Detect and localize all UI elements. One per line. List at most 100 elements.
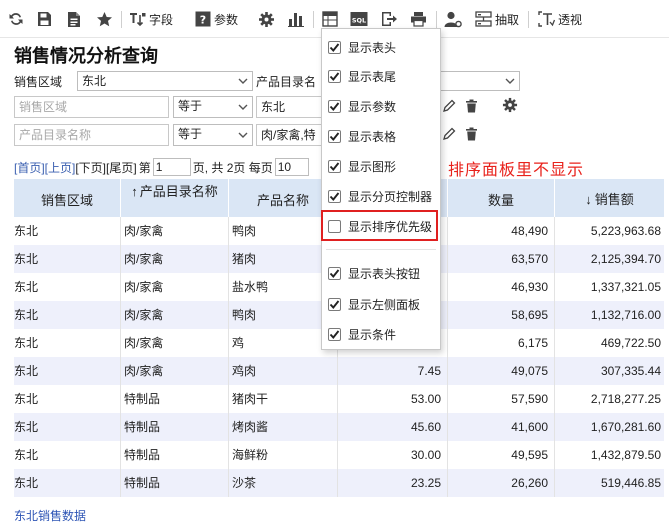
condition-operator-select[interactable]: 等于 (173, 124, 253, 146)
page-title: 销售情况分析查询 (14, 46, 158, 66)
extract-icon (475, 11, 492, 27)
checkbox-checked-icon[interactable] (328, 69, 341, 83)
condition-field-input[interactable]: 产品目录名称 (14, 124, 169, 146)
menu-item-show-left-panel[interactable]: 显示左侧面板 (328, 294, 436, 314)
menu-item-show-table[interactable]: 显示表格 (328, 126, 436, 146)
condition-value-input[interactable]: 肉/家禽,特 (256, 124, 322, 146)
param-button[interactable]: ? 参数 (195, 9, 238, 29)
star-icon[interactable] (96, 9, 113, 29)
cell-price: 45.60 (338, 413, 448, 441)
table-row: 东北 特制品 沙茶 23.25 26,260 519,446.85 (14, 469, 664, 497)
catalog-select[interactable] (440, 71, 520, 91)
save-as-icon[interactable] (66, 9, 83, 29)
menu-item-show-header-buttons[interactable]: 显示表头按钮 (328, 263, 436, 283)
cell-region: 东北 (14, 413, 121, 441)
delete-icon[interactable] (465, 99, 478, 113)
table-row: 东北 特制品 海鲜粉 30.00 49,595 1,432,879.50 (14, 441, 664, 469)
prev-page-link[interactable]: [上页] (45, 159, 76, 176)
region-select[interactable]: 东北 (77, 71, 253, 91)
extract-button[interactable]: 抽取 (475, 9, 519, 29)
table-settings-icon[interactable] (322, 9, 338, 29)
cell-sales: 5,223,963.68 (590, 224, 661, 238)
edit-icon[interactable] (442, 127, 456, 141)
field-label: 字段 (149, 12, 174, 27)
cell-region: 东北 (14, 469, 121, 497)
cell-price: 53.00 (338, 385, 448, 413)
menu-item-label: 显示表尾 (348, 69, 397, 84)
next-page-link[interactable]: [下页] (75, 159, 106, 176)
cell-product: 猪肉干 (232, 385, 338, 413)
menu-item-label: 显示表格 (348, 129, 397, 144)
cell-region: 东北 (14, 385, 121, 413)
refresh-icon[interactable] (8, 9, 24, 29)
cell-quantity: 63,570 (448, 245, 555, 273)
edit-icon[interactable] (442, 99, 456, 113)
condition-value-input[interactable]: 东北 (256, 96, 322, 118)
checkbox-checked-icon[interactable] (328, 297, 341, 311)
menu-item-label: 显示图形 (348, 159, 397, 174)
bar-chart-icon[interactable] (288, 9, 304, 29)
region-param-label: 销售区域 (14, 75, 63, 89)
checkbox-checked-icon[interactable] (328, 40, 341, 54)
first-page-link[interactable]: [首页] (14, 159, 45, 176)
user-settings-icon[interactable] (444, 9, 462, 29)
sort-up-icon: ↑ 产品目录名称 (131, 184, 218, 199)
checkbox-checked-icon[interactable] (328, 266, 341, 280)
menu-item-show-conditions[interactable]: 显示条件 (328, 324, 436, 344)
export-icon[interactable] (381, 9, 398, 29)
field-button[interactable]: 字段 (129, 9, 173, 29)
menu-item-show-chart[interactable]: 显示图形 (328, 156, 436, 176)
checkbox-checked-icon[interactable] (328, 327, 341, 341)
svg-text:?: ? (200, 14, 206, 27)
sql-icon[interactable]: SQL (350, 9, 368, 29)
chevron-down-icon (505, 78, 515, 84)
cell-region: 东北 (14, 329, 121, 357)
table-display-menu: 显示表头 显示表尾 显示参数 显示表格 显示图形 显示分页控制器 显示排序优先级… (321, 28, 441, 350)
page-prefix: 第 (138, 160, 151, 175)
sort-down-icon: ↓ 销售额 (585, 192, 634, 207)
table-row: 东北 特制品 猪肉干 53.00 57,590 2,718,277.25 (14, 385, 664, 413)
checkbox-checked-icon[interactable] (328, 129, 341, 143)
checkbox-checked-icon[interactable] (328, 99, 341, 113)
checkbox-checked-icon[interactable] (328, 189, 341, 203)
checkbox-checked-icon[interactable] (328, 159, 341, 173)
cell-price: 23.25 (338, 469, 448, 497)
save-icon[interactable] (36, 9, 52, 29)
per-page-input[interactable]: 10 (274, 158, 309, 176)
cell-sales: 469,722.50 (600, 336, 661, 350)
cell-quantity: 49,595 (448, 441, 555, 469)
condition-field-input[interactable]: 销售区域 (14, 96, 169, 118)
cell-sales: 1,337,321.05 (590, 280, 661, 294)
delete-icon[interactable] (465, 127, 478, 141)
column-header[interactable]: ↓ 销售额 (555, 179, 664, 217)
cell-region: 东北 (14, 273, 121, 301)
cell-catalog: 肉/家禽 (124, 329, 229, 357)
menu-item-show-params[interactable]: 显示参数 (328, 96, 436, 116)
pivot-button[interactable]: 透视 (538, 9, 582, 29)
last-page-link[interactable]: [尾页] (106, 159, 137, 176)
page-number-input[interactable]: 1 (152, 158, 191, 176)
catalog-param-label: 产品目录名 (256, 75, 317, 89)
menu-item-show-pager[interactable]: 显示分页控制器 (328, 186, 436, 206)
column-header[interactable]: ↑ 产品目录名称 (121, 179, 229, 217)
menu-item-show-footer[interactable]: 显示表尾 (328, 66, 436, 86)
condition-operator-value: 等于 (178, 127, 203, 141)
condition-operator-select[interactable]: 等于 (173, 96, 253, 118)
menu-item-show-header[interactable]: 显示表头 (328, 37, 436, 57)
menu-divider (326, 249, 436, 250)
highlight-box (321, 210, 438, 241)
cell-quantity: 57,590 (448, 385, 555, 413)
column-header[interactable]: 数量 (448, 179, 555, 217)
cell-region: 东北 (14, 301, 121, 329)
footer-link[interactable]: 东北销售数据 (14, 507, 86, 524)
gear-icon[interactable] (502, 97, 518, 113)
cell-quantity: 48,490 (448, 217, 555, 245)
menu-item-label: 显示分页控制器 (348, 189, 433, 204)
gear-icon[interactable] (258, 9, 275, 29)
page-info: 页, 共 2页 每页 (192, 160, 273, 175)
column-header[interactable]: 销售区域 (14, 179, 121, 217)
print-icon[interactable] (410, 9, 427, 29)
cell-price: 7.45 (338, 357, 448, 385)
cell-region: 东北 (14, 357, 121, 385)
toolbar-separator (121, 11, 122, 28)
